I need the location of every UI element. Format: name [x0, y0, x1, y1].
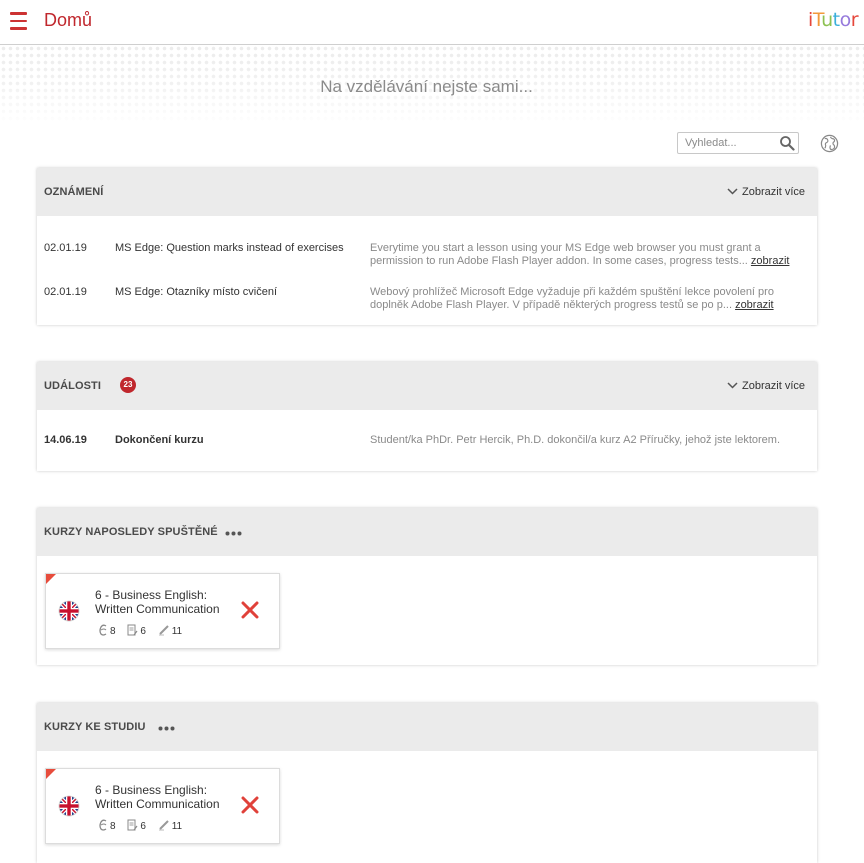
announcement-desc-text: Webový prohlížeč Microsoft Edge vyžaduje…: [370, 286, 774, 311]
study-courses-panel: Kurzy ke studiu 6 - Business English: Wr…: [37, 703, 817, 863]
lessons-stat: 8: [98, 819, 116, 832]
course-card[interactable]: 6 - Business English: Written Communicat…: [45, 573, 280, 649]
page-title: Domů: [44, 10, 93, 30]
tasks-count: 11: [171, 821, 183, 832]
lessons-count: 8: [110, 626, 116, 637]
lesson-icon: [99, 819, 107, 832]
top-bar: Domů iTutor: [0, 0, 864, 45]
tests-count: 6: [140, 821, 146, 832]
tests-stat: 6: [127, 624, 146, 637]
announcement-title[interactable]: MS Edge: Otazníky místo cvičení: [115, 286, 277, 298]
lessons-stat: 8: [98, 624, 116, 637]
announcements-title: Oznámení: [44, 186, 104, 198]
search-input[interactable]: [678, 133, 781, 153]
announcement-title[interactable]: MS Edge: Question marks instead of exerc…: [115, 242, 344, 254]
event-date: 14.06.19: [44, 434, 87, 446]
announcements-show-more-button[interactable]: Zobrazit více: [727, 186, 805, 198]
announcement-desc: Everytime you start a lesson using your …: [370, 242, 812, 268]
event-desc: Student/ka PhDr. Petr Hercik, Ph.D. doko…: [370, 434, 781, 446]
tests-stat: 6: [127, 819, 146, 832]
course-stats: 8 6 11: [98, 819, 191, 832]
course-name: 6 - Business English: Written Communicat…: [95, 783, 220, 811]
more-dots-icon[interactable]: [158, 726, 175, 731]
tasks-count: 11: [171, 626, 183, 637]
lessons-count: 8: [110, 821, 116, 832]
course-name: 6 - Business English: Written Communicat…: [95, 588, 220, 616]
pen-icon: [158, 820, 169, 831]
uk-flag-icon: [58, 600, 80, 622]
study-courses-title: Kurzy ke studiu: [44, 721, 146, 733]
recent-courses-title: Kurzy naposledy spuštěné: [44, 526, 218, 538]
test-icon: [127, 819, 138, 831]
recent-courses-panel: Kurzy naposledy spuštěné 6 - Business En…: [37, 508, 817, 665]
event-title[interactable]: Dokončení kurzu: [115, 434, 204, 446]
menu-icon[interactable]: [10, 12, 27, 30]
show-more-label: Zobrazit více: [742, 380, 805, 392]
events-title: Události: [44, 380, 102, 392]
announcement-desc: Webový prohlížeč Microsoft Edge vyžaduje…: [370, 286, 812, 312]
tests-count: 6: [140, 626, 146, 637]
search-icon[interactable]: [779, 135, 795, 151]
events-panel: Události 23 Zobrazit více 14.06.19 Dokon…: [37, 362, 817, 471]
course-stats: 8 6 11: [98, 624, 191, 637]
announcements-panel: Oznámení Zobrazit více 02.01.19 MS Edge:…: [37, 168, 817, 325]
pen-icon: [158, 625, 169, 636]
search-box: [677, 132, 799, 154]
events-show-more-button[interactable]: Zobrazit více: [727, 380, 805, 392]
announcement-desc-text: Everytime you start a lesson using your …: [370, 242, 761, 267]
more-dots-icon[interactable]: [225, 531, 242, 536]
globe-icon[interactable]: [820, 134, 839, 153]
itutor-logo[interactable]: iTutor: [808, 9, 858, 31]
events-header: Události 23 Zobrazit více: [37, 362, 817, 410]
announcement-date: 02.01.19: [44, 286, 87, 298]
show-more-label: Zobrazit více: [742, 186, 805, 198]
remove-icon[interactable]: [241, 796, 259, 814]
uk-flag-icon: [58, 795, 80, 817]
tasks-stat: 11: [158, 820, 183, 832]
announcement-show-link[interactable]: zobrazit: [751, 255, 790, 267]
new-corner-mark: [46, 769, 56, 779]
chevron-down-icon: [727, 382, 738, 389]
chevron-down-icon: [727, 188, 738, 195]
tasks-stat: 11: [158, 625, 183, 637]
announcement-show-link[interactable]: zobrazit: [735, 299, 774, 311]
announcements-header: Oznámení Zobrazit více: [37, 168, 817, 216]
hero-tagline: Na vzdělávání nejste sami...: [320, 77, 533, 96]
events-count-badge: 23: [120, 377, 136, 393]
announcement-date: 02.01.19: [44, 242, 87, 254]
test-icon: [127, 624, 138, 636]
new-corner-mark: [46, 574, 56, 584]
recent-courses-header: Kurzy naposledy spuštěné: [37, 508, 817, 556]
lesson-icon: [99, 624, 107, 637]
course-card[interactable]: 6 - Business English: Written Communicat…: [45, 768, 280, 844]
remove-icon[interactable]: [241, 601, 259, 619]
study-courses-header: Kurzy ke studiu: [37, 703, 817, 751]
